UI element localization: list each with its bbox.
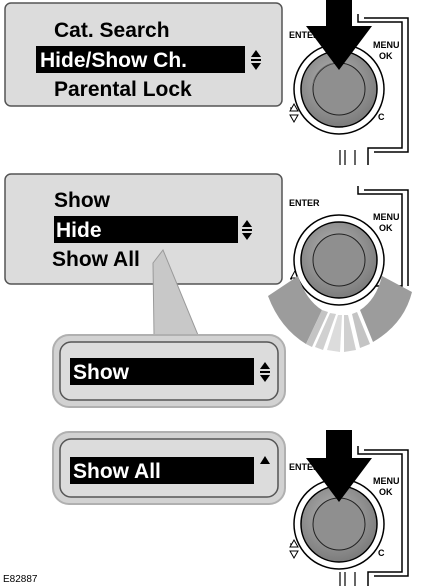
option-show: Show [54,189,111,212]
up-down-arrow-icon [289,102,299,124]
menu-label: MENU [373,476,400,486]
ok-label: OK [379,487,393,497]
rotary-dial[interactable] [293,214,385,306]
popup-show-all-label: Show All [73,460,161,483]
ok-label: OK [379,51,393,61]
c-label: C [378,112,385,122]
menu-label: MENU [373,212,400,222]
illustration: Cat. Search Hide/Show Ch. Parental Lock … [0,0,428,586]
enter-label: ENTER [289,198,320,208]
menu-item-cat-search: Cat. Search [54,19,170,42]
c-label: C [378,548,385,558]
lcd-panel-middle: Show Hide Show All [4,173,283,285]
controller-top: ENTER MENU OK C [289,0,409,165]
option-show-all: Show All [52,248,140,271]
controller-middle: ENTER MENU OK [268,186,412,352]
figure-code: E82887 [3,574,38,585]
controller-bottom: ENTER MENU OK C [289,430,409,586]
lcd-panel-top: Cat. Search Hide/Show Ch. Parental Lock [4,2,283,107]
popup-show-label: Show [73,361,130,384]
option-hide: Hide [56,219,102,242]
popup-show-all: Show All [52,431,286,505]
menu-item-hide-show: Hide/Show Ch. [40,49,187,72]
menu-label: MENU [373,40,400,50]
up-down-arrow-icon [289,538,299,560]
popup-show: Show [52,334,286,408]
menu-item-parental-lock: Parental Lock [54,78,192,101]
ok-label: OK [379,223,393,233]
